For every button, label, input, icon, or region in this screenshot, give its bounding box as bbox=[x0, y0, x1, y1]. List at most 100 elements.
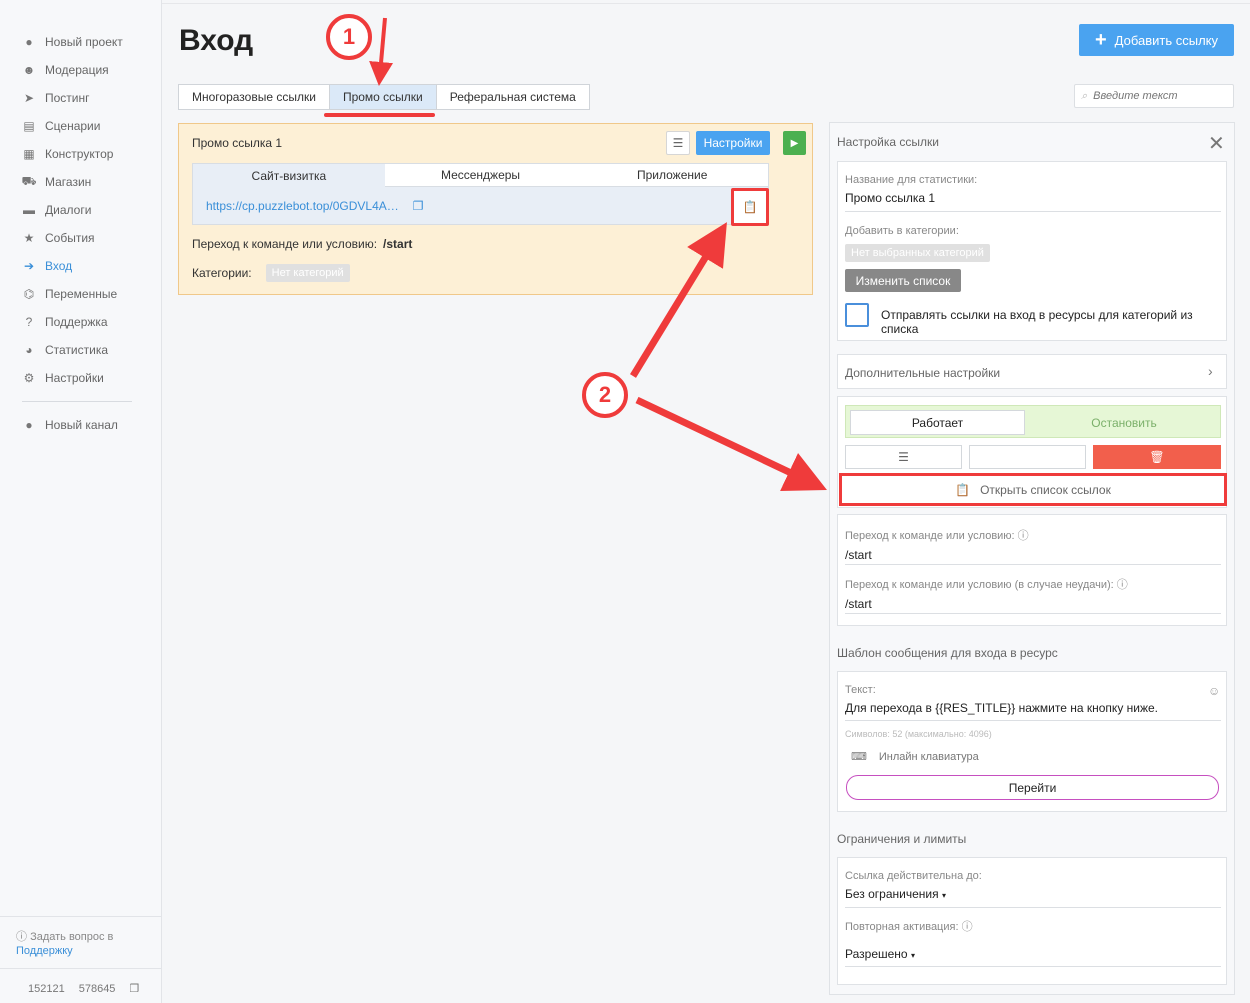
star-icon: ★ bbox=[23, 231, 35, 245]
stat-name-field[interactable]: Название для статистики: Промо ссылка 1 bbox=[845, 174, 1221, 212]
promo-title: Промо ссылка 1 bbox=[192, 136, 283, 150]
reactivation-field[interactable]: Повторная активация: ⓘ Разрешено ▾ bbox=[845, 918, 1221, 967]
sidebar-item-label: Модерация bbox=[45, 63, 109, 77]
chevron-right-icon: › bbox=[1208, 363, 1213, 379]
link-settings-panel: Настройка ссылки ✕ Название для статисти… bbox=[829, 122, 1235, 995]
sidebar-item-new-project[interactable]: ● Новый проект bbox=[22, 28, 132, 56]
sidebar-item-shop[interactable]: ⛟ Магазин bbox=[21, 168, 132, 196]
sidebar-divider bbox=[0, 916, 161, 917]
help-icon: ⓘ bbox=[1017, 530, 1029, 542]
id-b: 578645 bbox=[78, 982, 116, 995]
command-label: Переход к команде или условию: bbox=[192, 237, 378, 251]
sidebar-item-variables[interactable]: ⌬ Переменные bbox=[22, 280, 132, 308]
template-section-title: Шаблон сообщения для входа в ресурс bbox=[837, 646, 1058, 660]
grid-icon: ▦ bbox=[23, 147, 35, 161]
close-icon[interactable]: ✕ bbox=[1208, 131, 1225, 156]
caret-down-icon: ▾ bbox=[941, 891, 946, 900]
sidebar-item-scenarios[interactable]: ▤ Сценарии bbox=[22, 112, 132, 140]
sidebar-item-dialogs[interactable]: ▬ Диалоги bbox=[22, 196, 132, 224]
channel-icon: ● bbox=[25, 418, 33, 432]
cart-icon: ⛟ bbox=[21, 174, 37, 188]
sidebar-item-statistics[interactable]: ◕ Статистика bbox=[22, 336, 132, 364]
support-prompt: ⓘ Задать вопрос в Поддержку bbox=[16, 930, 113, 958]
stats-box: Название для статистики: Промо ссылка 1 … bbox=[837, 161, 1227, 341]
list-button[interactable]: ☰ bbox=[845, 445, 962, 469]
help-text: Задать вопрос в bbox=[30, 931, 114, 943]
tab-referral-system[interactable]: Реферальная система bbox=[437, 85, 589, 109]
go-button[interactable]: Перейти bbox=[846, 775, 1219, 800]
emoji-icon[interactable]: ☺ bbox=[1208, 684, 1220, 698]
valid-until-value: Без ограничения bbox=[845, 887, 939, 901]
open-links-list-button[interactable]: 📋 Открыть список ссылок bbox=[839, 473, 1227, 506]
delete-button[interactable]: 🗑 bbox=[1093, 445, 1221, 469]
status-toggle: Работает Остановить bbox=[845, 405, 1221, 438]
change-list-button[interactable]: Изменить список bbox=[845, 269, 961, 292]
link-tabs-panel: Сайт-визитка Мессенджеры Приложение http… bbox=[192, 163, 769, 225]
inline-keyboard-label: Инлайн клавиатура bbox=[878, 750, 979, 763]
keyboard-icon: ⌨ bbox=[851, 751, 867, 763]
send-links-checkbox[interactable] bbox=[845, 303, 869, 327]
command-fail-field[interactable]: Переход к команде или условию (в случае … bbox=[845, 576, 1221, 614]
tab-reusable-links[interactable]: Многоразовые ссылки bbox=[179, 85, 330, 109]
sidebar-nav: ● Новый проект ☻ Модерация ➤ Постинг ▤ Сцена… bbox=[21, 28, 132, 439]
stat-name-label: Название для статистики: bbox=[845, 174, 978, 186]
status-stop-button[interactable]: Остановить bbox=[1031, 410, 1217, 435]
settings-button[interactable]: Настройки bbox=[696, 131, 770, 155]
sidebar-item-label: События bbox=[45, 231, 95, 245]
tab-business-card[interactable]: Сайт-визитка bbox=[193, 164, 385, 187]
sidebar-item-constructor[interactable]: ▦ Конструктор bbox=[22, 140, 132, 168]
sidebar-item-posting[interactable]: ➤ Постинг bbox=[22, 84, 132, 112]
sign-in-icon: ➔ bbox=[23, 259, 35, 273]
sidebar-item-entry[interactable]: ➔ Вход bbox=[22, 252, 132, 280]
sidebar-item-label: Переменные bbox=[45, 287, 118, 301]
advanced-label: Дополнительные настройки bbox=[845, 366, 1001, 380]
copy-icon[interactable]: ❐ bbox=[129, 982, 139, 995]
text-label: Текст: bbox=[845, 684, 876, 696]
message-text-field[interactable]: Текст: Для перехода в {{RES_TITLE}} нажм… bbox=[845, 684, 1221, 721]
play-icon: ▶ bbox=[790, 137, 799, 149]
advanced-settings-row[interactable]: Дополнительные настройки › bbox=[837, 354, 1227, 389]
categories-label: Категории: bbox=[192, 266, 252, 280]
categories-badge: Нет категорий bbox=[265, 264, 350, 282]
clipboard-icon: 📋 bbox=[955, 482, 971, 497]
copy-icon[interactable]: ❐ bbox=[413, 199, 424, 213]
sidebar-item-moderation[interactable]: ☻ Модерация bbox=[22, 56, 132, 84]
tab-messengers[interactable]: Мессенджеры bbox=[384, 164, 577, 187]
command-field[interactable]: Переход к команде или условию: ⓘ /start bbox=[845, 527, 1221, 565]
list-button[interactable]: ☰ bbox=[666, 131, 690, 155]
caret-down-icon: ▾ bbox=[910, 951, 915, 960]
search-input[interactable] bbox=[1093, 90, 1214, 102]
sidebar-item-label: Диалоги bbox=[45, 203, 92, 217]
clipboard-button[interactable]: 📋 bbox=[731, 188, 769, 226]
help-icon: ⓘ bbox=[1116, 579, 1128, 591]
blank-button[interactable] bbox=[969, 445, 1086, 469]
gear-icon: ⚙ bbox=[23, 371, 35, 385]
sidebar-item-settings[interactable]: ⚙ Настройки bbox=[22, 364, 132, 392]
sidebar-divider bbox=[0, 968, 161, 969]
sidebar: ● Новый проект ☻ Модерация ➤ Постинг ▤ Сцена… bbox=[0, 0, 162, 1003]
command-value: /start bbox=[845, 548, 872, 562]
tab-app[interactable]: Приложение bbox=[576, 164, 769, 187]
status-running-button[interactable]: Работает bbox=[850, 410, 1025, 435]
paper-plane-icon: ➤ bbox=[23, 91, 35, 105]
add-link-label: Добавить ссылку bbox=[1114, 32, 1218, 48]
no-categories-badge: Нет выбранных категорий bbox=[845, 244, 990, 262]
sidebar-item-label: Настройки bbox=[45, 371, 104, 385]
status-box: Работает Остановить ☰ 🗑 📋 Открыть список… bbox=[837, 396, 1227, 508]
support-link[interactable]: Поддержку bbox=[16, 945, 73, 957]
valid-until-field[interactable]: Ссылка действительна до: Без ограничения… bbox=[845, 870, 1221, 908]
reactivation-label: Повторная активация: bbox=[845, 921, 959, 933]
sidebar-item-events[interactable]: ★ События bbox=[22, 224, 132, 252]
promo-link[interactable]: https://cp.puzzlebot.top/0GDVL4A… bbox=[206, 199, 399, 213]
account-ids: 152121 578645 ❐ bbox=[28, 982, 139, 996]
tab-promo-links[interactable]: Промо ссылки bbox=[329, 85, 437, 109]
list-icon: ☰ bbox=[898, 450, 909, 464]
id-a: 152121 bbox=[28, 982, 65, 995]
search-box[interactable]: ⌕ bbox=[1074, 84, 1234, 108]
tab-bar: Многоразовые ссылки Промо ссылки Реферал… bbox=[178, 84, 590, 110]
sidebar-item-support[interactable]: ? Поддержка bbox=[22, 308, 132, 336]
add-link-button[interactable]: + Добавить ссылку bbox=[1079, 24, 1234, 56]
users-icon: ☻ bbox=[22, 63, 36, 77]
sidebar-item-new-channel[interactable]: ● Новый канал bbox=[22, 411, 132, 439]
play-button[interactable]: ▶ bbox=[783, 131, 806, 155]
